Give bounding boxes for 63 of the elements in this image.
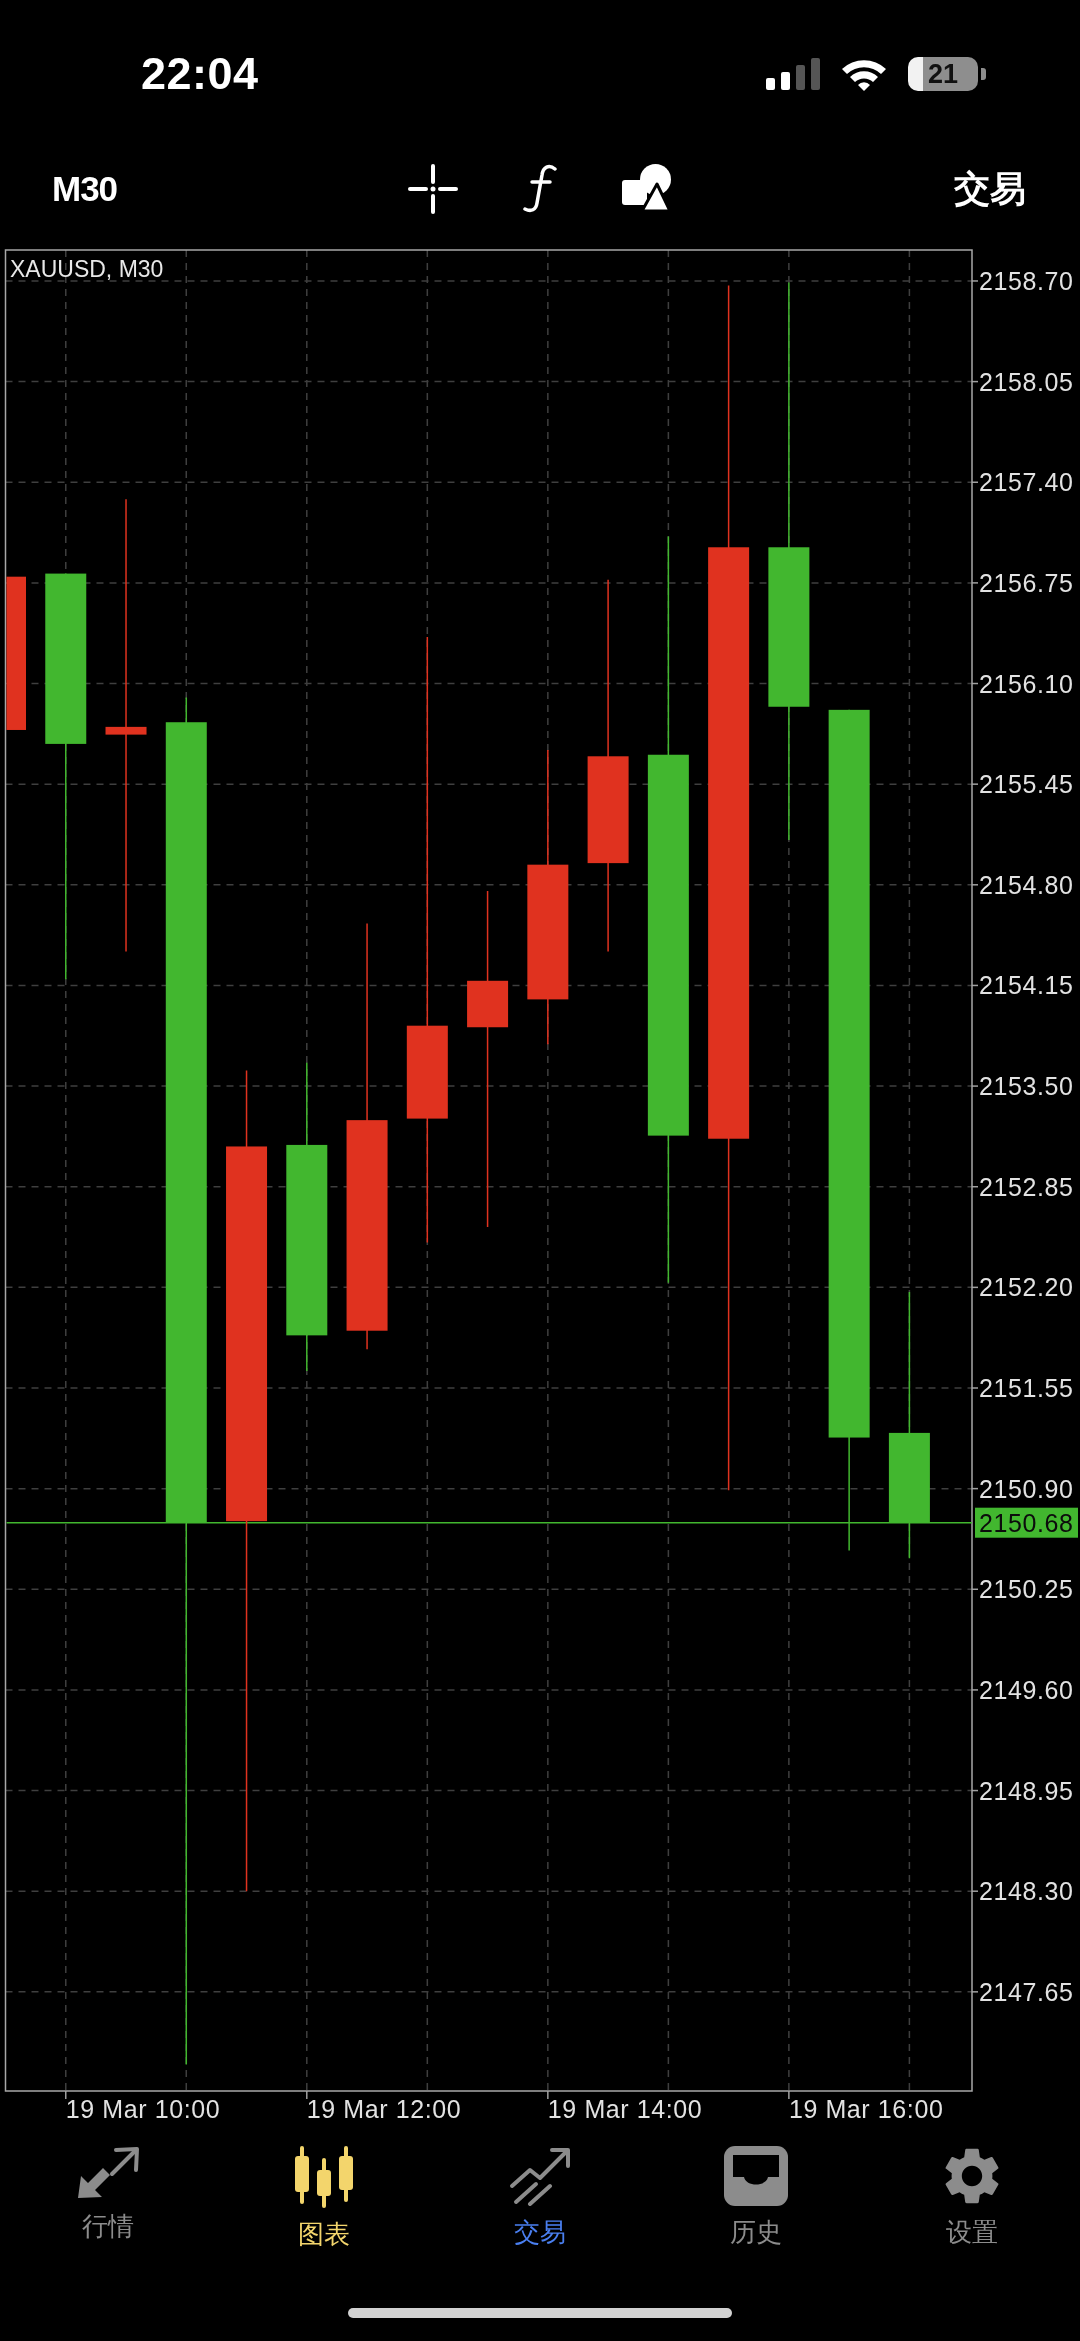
price-axis-label: 2157.40	[979, 468, 1074, 497]
price-axis-label: 2152.20	[979, 1273, 1074, 1302]
trade-button[interactable]: 交易	[954, 164, 1026, 214]
axis-tick	[65, 2090, 67, 2100]
axis-tick	[971, 1890, 979, 1892]
axis-tick	[971, 984, 979, 987]
axis-tick	[971, 783, 979, 785]
current-price-tag: 2150.68	[975, 1507, 1078, 1538]
axis-tick	[971, 380, 979, 383]
price-axis-label: 2156.75	[979, 568, 1074, 597]
nav-tab[interactable]: 历史	[724, 2130, 788, 2248]
price-axis-label: 2150.25	[979, 1575, 1074, 1604]
function-icon[interactable]	[521, 164, 558, 214]
wifi-icon	[840, 57, 888, 91]
chart-title: XAUUSD, M30	[10, 256, 164, 282]
price-axis-label: 2154.80	[979, 870, 1074, 899]
battery-indicator: 21	[908, 57, 986, 91]
time-axis-label: 19 Mar 12:00	[306, 2095, 462, 2123]
axis-tick	[971, 1789, 979, 1792]
price-axis-label: 2158.05	[979, 367, 1074, 396]
axis-tick	[547, 2090, 549, 2100]
signal-icon	[766, 58, 820, 90]
inbox-icon	[724, 2146, 788, 2206]
timeframe-button[interactable]: M30	[52, 169, 118, 209]
nav-tab[interactable]: 设置	[938, 2130, 1006, 2248]
axis-tick	[971, 884, 979, 886]
price-axis-label: 2151.55	[979, 1374, 1074, 1402]
price-axis-label: 2158.70	[979, 266, 1074, 295]
axis-tick	[971, 1286, 979, 1289]
axis-tick	[971, 1991, 979, 1993]
price-axis-label: 2148.95	[979, 1776, 1074, 1805]
price-axis-label: 2152.85	[979, 1172, 1074, 1201]
axis-tick	[971, 1185, 979, 1188]
axis-tick	[971, 280, 979, 282]
status-time: 22:04	[141, 48, 259, 100]
price-axis-label: 2150.90	[979, 1474, 1074, 1503]
axis-tick	[306, 2090, 308, 2100]
axis-tick	[971, 1689, 979, 1691]
axis-tick	[971, 481, 979, 483]
time-axis-label: 19 Mar 10:00	[65, 2095, 221, 2123]
trend-arrow-icon	[508, 2146, 572, 2206]
candlestick-icon	[292, 2146, 356, 2208]
diagonal-arrows-icon	[76, 2146, 140, 2200]
axis-tick	[971, 682, 979, 685]
time-axis-label: 19 Mar 14:00	[547, 2095, 703, 2123]
nav-tab[interactable]: 图表	[292, 2130, 356, 2250]
price-axis-label: 2147.65	[979, 1977, 1074, 2006]
time-axis-label: 19 Mar 16:00	[788, 2095, 944, 2123]
price-axis-label: 2155.45	[979, 770, 1074, 799]
nav-tab[interactable]: 行情	[76, 2130, 140, 2242]
axis-tick	[971, 582, 979, 584]
axis-tick	[971, 1085, 979, 1087]
axis-tick	[971, 1487, 979, 1490]
price-axis-label: 2148.30	[979, 1877, 1074, 1906]
axis-tick	[788, 2090, 790, 2100]
price-axis-label: 2156.10	[979, 669, 1074, 698]
price-axis-label: 2153.50	[979, 1072, 1074, 1101]
price-axis-label: 2154.15	[979, 971, 1074, 1000]
crosshair-icon[interactable]	[407, 164, 458, 214]
axis-tick	[971, 1588, 979, 1591]
nav-tab[interactable]: 交易	[508, 2130, 572, 2248]
axis-tick	[971, 1387, 979, 1389]
price-axis-label: 2149.60	[979, 1675, 1074, 1704]
